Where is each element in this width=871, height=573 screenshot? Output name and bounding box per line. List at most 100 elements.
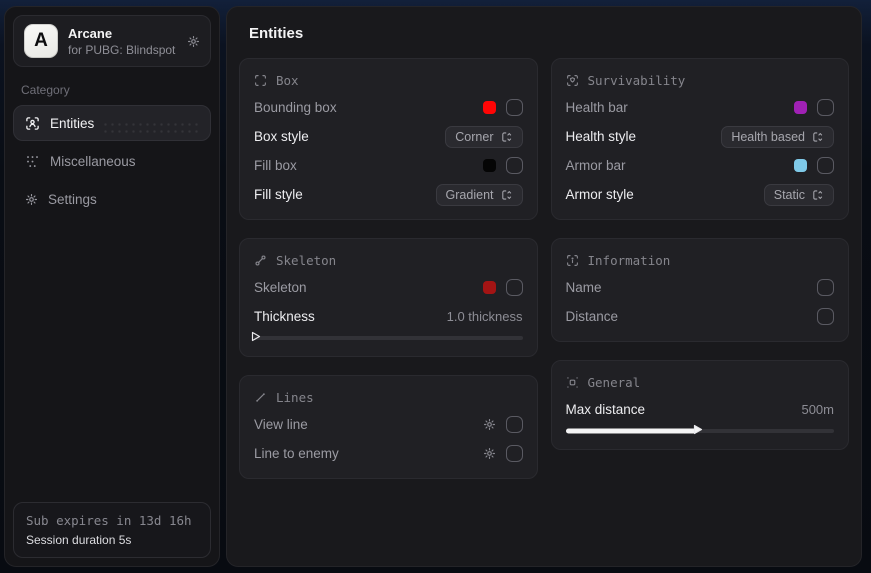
card-header-information: Information bbox=[566, 245, 835, 273]
armor-style-select[interactable]: Static bbox=[764, 184, 834, 206]
selector-icon bbox=[812, 131, 824, 143]
line-to-enemy-checkbox[interactable] bbox=[506, 445, 523, 462]
view-line-label: View line bbox=[254, 417, 308, 432]
bounding-box-checkbox[interactable] bbox=[506, 99, 523, 116]
skeleton-checkbox[interactable] bbox=[506, 279, 523, 296]
card-header-skeleton: Skeleton bbox=[254, 245, 523, 273]
app-logo: A bbox=[24, 24, 58, 58]
health-bar-label: Health bar bbox=[566, 100, 628, 115]
line-to-enemy-label: Line to enemy bbox=[254, 446, 339, 461]
thickness-slider[interactable] bbox=[254, 332, 523, 344]
name-label: Name bbox=[566, 280, 602, 295]
shield-icon bbox=[566, 74, 579, 87]
armor-bar-label: Armor bar bbox=[566, 158, 626, 173]
sidebar-item-entities[interactable]: Entities bbox=[13, 105, 211, 141]
name-checkbox[interactable] bbox=[817, 279, 834, 296]
app-name: Arcane bbox=[68, 26, 177, 41]
card-header-general: General bbox=[566, 367, 835, 395]
health-style-row: Health style Health based bbox=[566, 122, 835, 151]
card-header-box: Box bbox=[254, 65, 523, 93]
thickness-value: 1.0 thickness bbox=[447, 309, 523, 324]
scan-icon bbox=[566, 254, 579, 267]
box-style-select[interactable]: Corner bbox=[445, 126, 522, 148]
target-icon bbox=[566, 376, 579, 389]
dots-decoration bbox=[102, 121, 202, 137]
card-header-survivability: Survivability bbox=[566, 65, 835, 93]
health-bar-row: Health bar bbox=[566, 93, 835, 122]
health-style-select-value: Health based bbox=[731, 130, 805, 144]
card-skeleton: Skeleton Skeleton Thickness 1.0 thickness bbox=[239, 238, 538, 357]
armor-bar-row: Armor bar bbox=[566, 151, 835, 180]
settings-gear-icon[interactable] bbox=[187, 35, 200, 48]
card-title: Lines bbox=[276, 390, 314, 405]
slider-fill bbox=[566, 429, 696, 434]
skeleton-label: Skeleton bbox=[254, 280, 307, 295]
desktop-background: { "sidebar": { "logo_letter": "A", "app_… bbox=[0, 0, 871, 573]
view-line-checkbox[interactable] bbox=[506, 416, 523, 433]
health-style-label: Health style bbox=[566, 129, 637, 144]
card-title: Skeleton bbox=[276, 253, 336, 268]
armor-style-label: Armor style bbox=[566, 187, 634, 202]
card-lines: Lines View line Line to enemy bbox=[239, 375, 538, 479]
card-title: General bbox=[588, 375, 641, 390]
box-style-row: Box style Corner bbox=[254, 122, 523, 151]
card-title: Box bbox=[276, 73, 299, 88]
armor-bar-color-swatch[interactable] bbox=[794, 159, 807, 172]
app-subtitle: for PUBG: Blindspot bbox=[68, 43, 177, 57]
slider-thumb[interactable] bbox=[251, 329, 261, 347]
fill-box-color-swatch[interactable] bbox=[483, 159, 496, 172]
distance-checkbox[interactable] bbox=[817, 308, 834, 325]
fill-box-label: Fill box bbox=[254, 158, 297, 173]
sidebar-item-label: Settings bbox=[48, 192, 97, 207]
max-distance-label: Max distance bbox=[566, 402, 646, 417]
max-distance-row: Max distance500m bbox=[566, 395, 835, 424]
skeleton-color-swatch[interactable] bbox=[483, 281, 496, 294]
health-bar-color-swatch[interactable] bbox=[794, 101, 807, 114]
session-duration: Session duration 5s bbox=[26, 533, 198, 547]
right-column: SurvivabilityHealth barHealth styleHealt… bbox=[551, 58, 850, 479]
category-label: Category bbox=[21, 83, 203, 97]
card-title: Information bbox=[588, 253, 671, 268]
fill-style-select[interactable]: Gradient bbox=[436, 184, 523, 206]
fill-box-checkbox[interactable] bbox=[506, 157, 523, 174]
left-column: Box Bounding box Box style Corner Fill box Fi… bbox=[239, 58, 538, 479]
cards-grid: Box Bounding box Box style Corner Fill box Fi… bbox=[239, 58, 849, 479]
armor-style-select-value: Static bbox=[774, 188, 805, 202]
subscription-card: Sub expires in 13d 16h Session duration … bbox=[13, 502, 211, 558]
selector-icon bbox=[501, 131, 513, 143]
bounding-box-row: Bounding box bbox=[254, 93, 523, 122]
selector-icon bbox=[812, 189, 824, 201]
page-title: Entities bbox=[249, 25, 839, 42]
main-panel: Entities Box Bounding box Box style Corner F… bbox=[226, 6, 862, 567]
sidebar-item-settings[interactable]: Settings bbox=[13, 181, 211, 217]
skeleton-row: Skeleton bbox=[254, 273, 523, 302]
box-style-select-value: Corner bbox=[455, 130, 493, 144]
sidebar-item-label: Miscellaneous bbox=[50, 154, 136, 169]
line-to-enemy-gear-icon[interactable] bbox=[483, 447, 496, 460]
box-style-label: Box style bbox=[254, 129, 309, 144]
app-meta: Arcane for PUBG: Blindspot bbox=[68, 26, 177, 57]
sidebar-item-label: Entities bbox=[50, 116, 94, 131]
line-icon bbox=[254, 391, 267, 404]
sidebar-item-miscellaneous[interactable]: Miscellaneous bbox=[13, 143, 211, 179]
health-bar-checkbox[interactable] bbox=[817, 99, 834, 116]
health-style-select[interactable]: Health based bbox=[721, 126, 834, 148]
thickness-label: Thickness bbox=[254, 309, 315, 324]
view-line-row: View line bbox=[254, 410, 523, 439]
fill-box-row: Fill box bbox=[254, 151, 523, 180]
distance-label: Distance bbox=[566, 309, 619, 324]
armor-bar-checkbox[interactable] bbox=[817, 157, 834, 174]
view-line-gear-icon[interactable] bbox=[483, 418, 496, 431]
slider-track bbox=[254, 336, 523, 340]
bounding-box-label: Bounding box bbox=[254, 100, 337, 115]
card-box: Box Bounding box Box style Corner Fill box Fi… bbox=[239, 58, 538, 220]
max-distance-slider[interactable] bbox=[566, 425, 835, 437]
armor-style-row: Armor style Static bbox=[566, 180, 835, 209]
app-header-card: A Arcane for PUBG: Blindspot bbox=[13, 15, 211, 67]
slider-thumb[interactable] bbox=[693, 422, 703, 440]
bounding-box-color-swatch[interactable] bbox=[483, 101, 496, 114]
distance-row: Distance bbox=[566, 302, 835, 331]
fill-style-row: Fill styleGradient bbox=[254, 180, 523, 209]
corners-icon bbox=[254, 74, 267, 87]
bone-icon bbox=[254, 254, 267, 267]
